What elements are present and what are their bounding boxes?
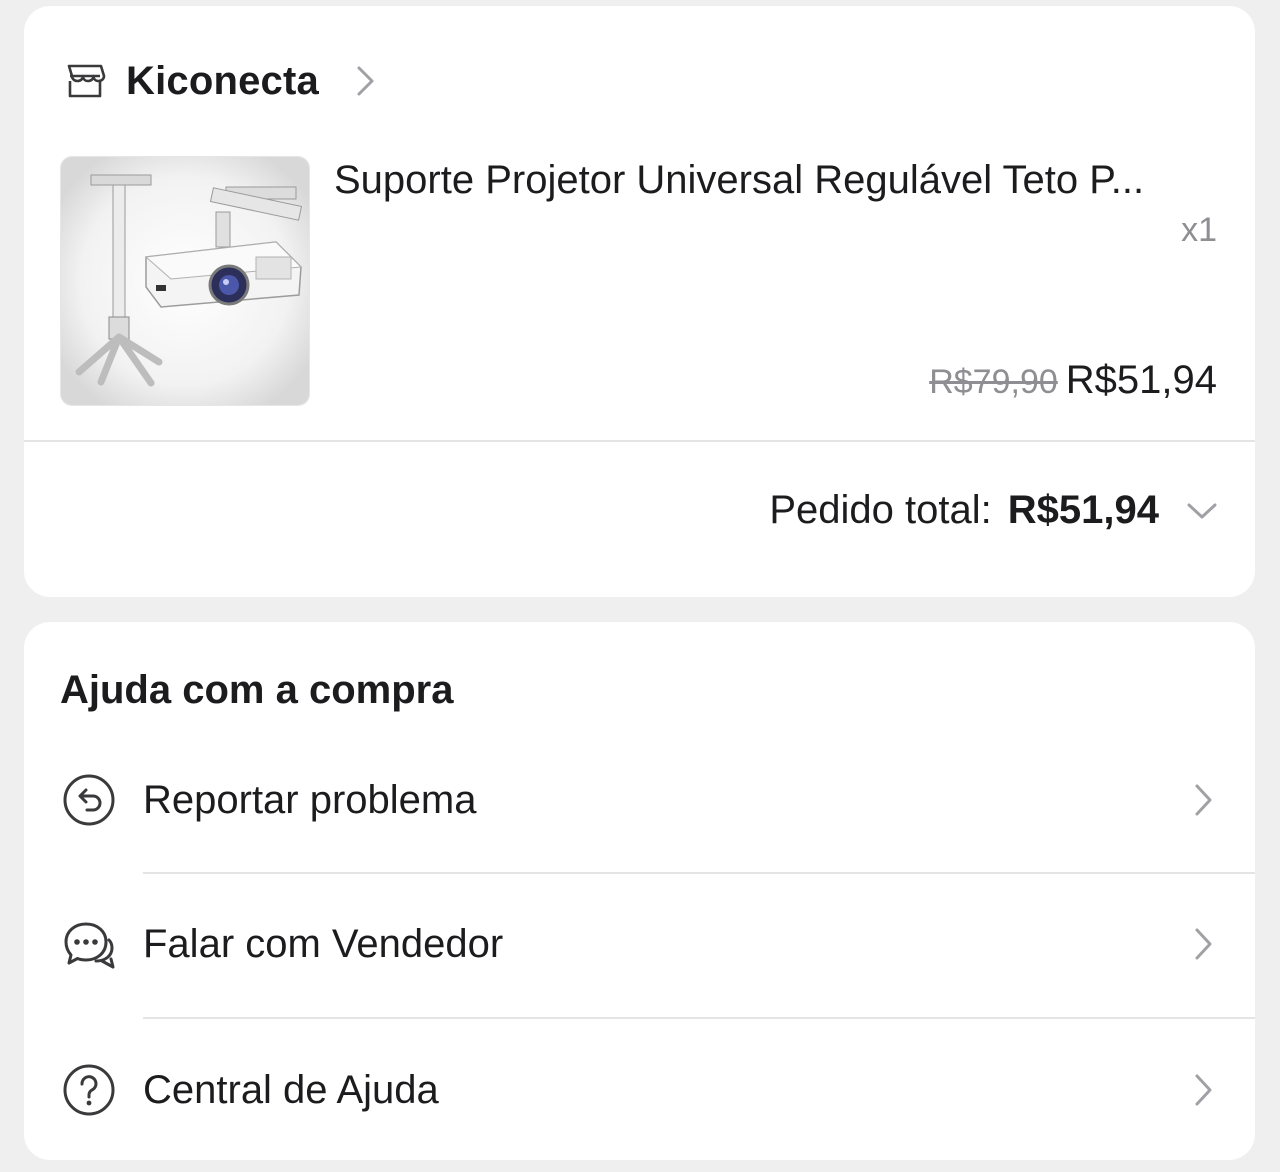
projector-mount-image	[61, 157, 309, 405]
store-icon	[67, 64, 106, 98]
divider	[143, 872, 1255, 874]
divider	[24, 440, 1255, 442]
help-center-item[interactable]: Central de Ajuda	[24, 1030, 1255, 1150]
report-problem-label: Reportar problema	[143, 777, 477, 822]
chat-seller-label: Falar com Vendedor	[143, 921, 504, 966]
current-price: R$51,94	[1065, 358, 1217, 402]
help-circle-icon	[63, 1064, 115, 1116]
chevron-right-icon	[1195, 784, 1212, 816]
order-total-label: Pedido total:	[769, 488, 992, 532]
order-card: Kiconecta Suporte Projetor Universal Reg…	[24, 6, 1255, 597]
shop-name: Kiconecta	[126, 58, 319, 103]
divider	[143, 1017, 1255, 1019]
product-quantity: x1	[1181, 211, 1217, 249]
price-row: R$79,90 R$51,94	[929, 358, 1217, 403]
chevron-right-icon	[357, 66, 374, 96]
chevron-down-icon[interactable]	[1185, 500, 1219, 522]
help-center-label: Central de Ajuda	[143, 1067, 439, 1112]
original-price: R$79,90	[929, 363, 1058, 401]
order-total-value: R$51,94	[1007, 488, 1159, 532]
product-title[interactable]: Suporte Projetor Universal Regulável Tet…	[334, 156, 1214, 204]
shop-header[interactable]: Kiconecta	[64, 56, 377, 106]
report-problem-item[interactable]: Reportar problema	[24, 740, 1255, 860]
report-problem-icon	[63, 774, 115, 826]
chat-icon	[64, 922, 115, 969]
chat-seller-item[interactable]: Falar com Vendedor	[24, 884, 1255, 1004]
product-image[interactable]	[60, 156, 310, 406]
help-section-title: Ajuda com a compra	[60, 668, 454, 712]
order-total-row[interactable]: Pedido total: R$51,94	[769, 488, 1219, 533]
chevron-right-icon	[1195, 928, 1212, 960]
help-card: Ajuda com a compra Reportar problema Fal…	[24, 622, 1255, 1160]
chevron-right-icon	[1195, 1074, 1212, 1106]
